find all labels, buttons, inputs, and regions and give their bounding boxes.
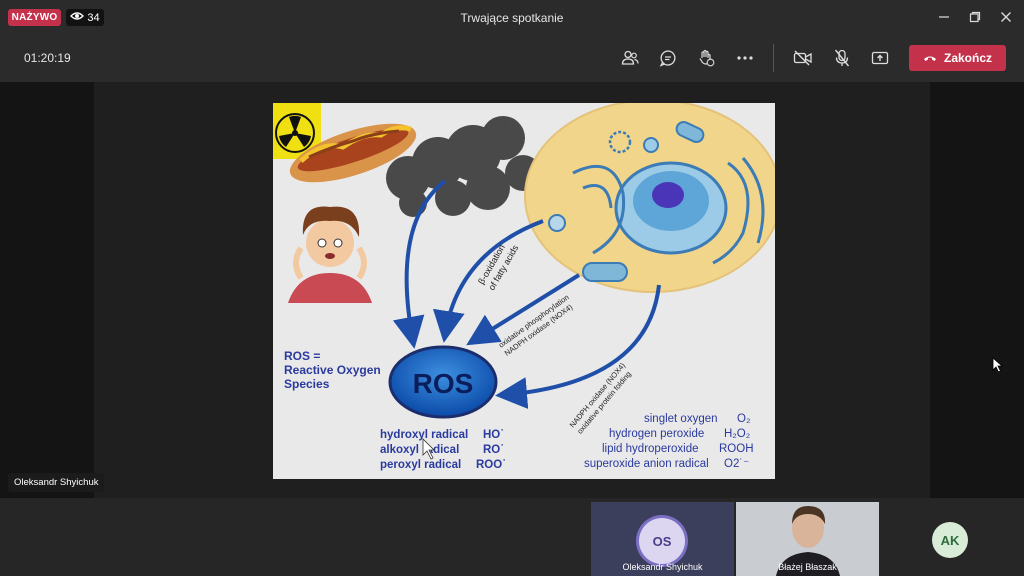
svg-text:superoxide anion radical: superoxide anion radical <box>584 458 709 470</box>
leave-button[interactable]: Zakończ <box>909 45 1006 71</box>
cell-illustration <box>524 103 775 293</box>
more-actions-button[interactable] <box>733 46 757 70</box>
people-icon <box>621 50 639 65</box>
svg-text:hydrogen peroxide: hydrogen peroxide <box>609 428 704 440</box>
ros-definition: ROS = Reactive Oxygen Species <box>284 349 381 391</box>
svg-text:HO˙: HO˙ <box>483 429 504 441</box>
svg-text:H₂O₂: H₂O₂ <box>724 428 750 440</box>
participant-strip: OS Oleksandr Shyichuk Błażej Błaszak AK <box>0 498 1024 576</box>
participant-tile[interactable]: OS Oleksandr Shyichuk <box>591 502 734 576</box>
meeting-timer: 01:20:19 <box>24 51 71 65</box>
radicals-list: hydroxyl radical HO˙ alkoxyl radical RO˙… <box>380 429 506 471</box>
stage-margin-left <box>0 82 94 498</box>
svg-text:ROS =: ROS = <box>284 349 320 363</box>
camera-off-icon <box>793 50 812 66</box>
minimize-button[interactable] <box>936 9 952 25</box>
svg-text:O₂: O₂ <box>737 413 750 425</box>
title-bar: NAŻYWO 34 Trwające spotkanie <box>0 0 1024 34</box>
avatar: AK <box>932 522 968 558</box>
ros-oval: ROS <box>388 345 498 419</box>
camera-off-button[interactable] <box>791 46 815 70</box>
svg-text:lipid hydroperoxide: lipid hydroperoxide <box>602 443 699 455</box>
shared-content-stage: ROS ROS = Reactive Oxygen Species β-oxid… <box>0 82 1024 498</box>
share-icon <box>871 51 889 65</box>
window-title: Trwające spotkanie <box>460 11 564 25</box>
svg-text:O2˙⁻: O2˙⁻ <box>724 458 749 470</box>
mouse-cursor-icon <box>992 357 1004 373</box>
stressed-person-illustration <box>288 206 372 303</box>
slide-pointer-icon <box>422 438 435 460</box>
svg-text:ROOH: ROOH <box>719 443 754 455</box>
species-list: singlet oxygen O₂ hydrogen peroxide H₂O₂… <box>584 413 754 470</box>
svg-text:peroxyl radical: peroxyl radical <box>380 459 461 471</box>
svg-text:hydroxyl radical: hydroxyl radical <box>380 429 468 441</box>
participant-video-tile[interactable]: Błażej Błaszak <box>736 502 879 576</box>
toolbar-separator <box>773 44 774 72</box>
close-window-button[interactable] <box>998 9 1014 25</box>
share-screen-button[interactable] <box>868 46 892 70</box>
participant-name: Oleksandr Shyichuk <box>622 562 703 572</box>
mic-off-icon <box>834 49 850 67</box>
svg-text:Species: Species <box>284 377 330 391</box>
reactions-button[interactable] <box>694 46 718 70</box>
svg-text:RO˙: RO˙ <box>483 444 504 456</box>
chat-icon <box>659 50 676 67</box>
hang-up-icon <box>923 56 936 61</box>
leave-label: Zakończ <box>943 51 992 65</box>
avatar: OS <box>639 518 685 564</box>
svg-text:alkoxyl radical: alkoxyl radical <box>380 444 459 456</box>
ros-diagram: ROS ROS = Reactive Oxygen Species β-oxid… <box>273 103 775 471</box>
participants-button[interactable] <box>618 46 642 70</box>
svg-text:Reactive Oxygen: Reactive Oxygen <box>284 363 381 377</box>
participant-tile[interactable]: AK <box>881 502 1024 576</box>
raise-hand-icon <box>699 49 715 67</box>
chat-button[interactable] <box>656 46 680 70</box>
shared-slide: ROS ROS = Reactive Oxygen Species β-oxid… <box>273 103 775 479</box>
mute-button[interactable] <box>830 46 854 70</box>
stage-margin-right <box>930 82 1024 498</box>
presenter-name-label: Oleksandr Shyichuk <box>8 473 105 492</box>
svg-text:singlet oxygen: singlet oxygen <box>644 413 718 425</box>
beta-oxidation-label: β-oxidation of fatty acids <box>476 243 521 292</box>
restore-button[interactable] <box>967 9 983 25</box>
meeting-toolbar: 01:20:19 Zakończ <box>0 34 1024 82</box>
participant-name: Błażej Błaszak <box>778 562 837 572</box>
svg-text:ROO˙: ROO˙ <box>476 459 506 471</box>
more-icon <box>737 56 753 60</box>
ros-label: ROS <box>413 368 474 399</box>
